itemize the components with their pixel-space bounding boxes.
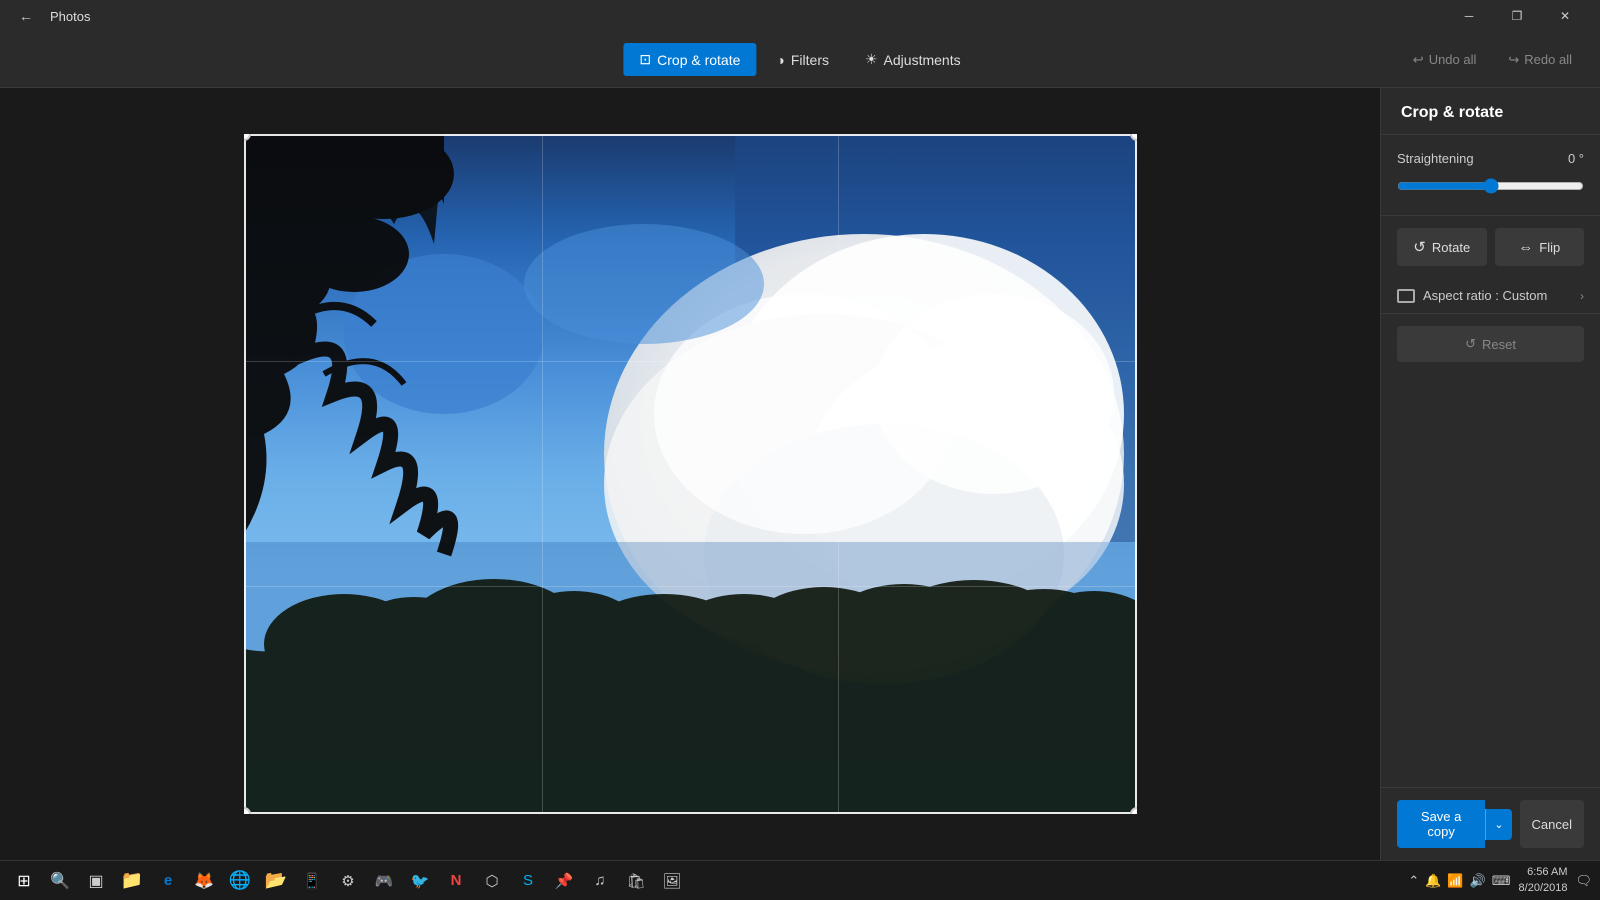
canvas-area — [0, 88, 1380, 860]
panel-title: Crop & rotate — [1381, 88, 1600, 135]
taskbar-twitter[interactable]: 🐦 — [404, 865, 436, 897]
taskbar-tray: ⌃ 🔔 📶 🔊 ⌨ 6:56 AM 8/20/2018 🗨 — [1408, 865, 1592, 896]
taskbar-tablet[interactable]: 📱 — [296, 865, 328, 897]
toolbar: ⊡ Crop & rotate ◑ Filters ☀ Adjustments … — [0, 32, 1600, 88]
straightening-slider[interactable] — [1397, 178, 1584, 194]
reset-icon: ↺ — [1465, 336, 1476, 352]
toolbar-right: ↩ Undo all ↪ Redo all — [1405, 48, 1580, 72]
minimize-button[interactable]: ─ — [1446, 0, 1492, 32]
main-content: Crop & rotate Straightening 0 ° ↺ Rotate… — [0, 88, 1600, 860]
crop-rotate-button[interactable]: ⊡ Crop & rotate — [623, 43, 756, 76]
taskbar-task-view[interactable]: ▣ — [80, 865, 112, 897]
adjust-icon: ☀ — [865, 51, 878, 68]
tray-arrow[interactable]: ⌃ — [1408, 873, 1419, 889]
panel-footer: Save a copy ⌄ Cancel — [1381, 787, 1600, 860]
rotate-icon: ↺ — [1413, 238, 1426, 256]
app-title: Photos — [50, 9, 90, 24]
save-cancel-row: Save a copy ⌄ — [1397, 800, 1512, 848]
aspect-ratio-value: Custom — [1503, 288, 1548, 303]
right-panel: Crop & rotate Straightening 0 ° ↺ Rotate… — [1380, 88, 1600, 860]
undo-all-button[interactable]: ↩ Undo all — [1405, 48, 1485, 72]
taskbar-app1[interactable]: 🎮 — [368, 865, 400, 897]
straightening-section: Straightening 0 ° — [1381, 135, 1600, 216]
taskbar-app4[interactable]: 📌 — [548, 865, 580, 897]
adjustments-button[interactable]: ☀ Adjustments — [849, 43, 977, 76]
taskbar-search[interactable]: 🔍 — [44, 865, 76, 897]
crop-icon: ⊡ — [639, 51, 651, 68]
redo-icon: ↪ — [1508, 52, 1519, 68]
adjustments-label: Adjustments — [884, 52, 961, 68]
rotate-label: Rotate — [1432, 240, 1470, 255]
taskbar-photos[interactable]: 🖼 — [656, 865, 688, 897]
tray-keyboard[interactable]: ⌨ — [1492, 873, 1511, 889]
window-controls: ─ ❐ ✕ — [1446, 0, 1588, 32]
titlebar: ← Photos ─ ❐ ✕ — [0, 0, 1600, 32]
taskbar-edge[interactable]: e — [152, 865, 184, 897]
aspect-ratio-row[interactable]: Aspect ratio : Custom › — [1381, 278, 1600, 314]
taskbar-firefox[interactable]: 🦊 — [188, 865, 220, 897]
image-container — [244, 134, 1137, 814]
clock-time: 6:56 AM — [1527, 865, 1567, 880]
reset-label: Reset — [1482, 337, 1516, 352]
clock-date: 8/20/2018 — [1519, 881, 1568, 896]
taskbar-skype[interactable]: S — [512, 865, 544, 897]
start-button[interactable]: ⊞ — [8, 865, 40, 897]
aspect-chevron-icon: › — [1580, 289, 1584, 303]
aspect-ratio-colon: : — [1495, 288, 1502, 303]
tray-action-center[interactable]: 🗨 — [1575, 873, 1592, 889]
taskbar-app3[interactable]: ⬡ — [476, 865, 508, 897]
cancel-button[interactable]: Cancel — [1520, 800, 1584, 848]
rotate-flip-section: ↺ Rotate ⇔ Flip — [1381, 216, 1600, 278]
straightening-label: Straightening — [1397, 151, 1474, 166]
photo-canvas — [244, 134, 1137, 814]
taskbar-app2[interactable]: N — [440, 865, 472, 897]
photo-svg — [244, 134, 1137, 814]
taskbar-explorer[interactable]: 📁 — [116, 865, 148, 897]
taskbar-file-explorer[interactable]: 📂 — [260, 865, 292, 897]
taskbar-spotify[interactable]: ♫ — [584, 865, 616, 897]
aspect-ratio-icon — [1397, 289, 1415, 303]
filters-label: Filters — [791, 52, 829, 68]
close-button[interactable]: ✕ — [1542, 0, 1588, 32]
flip-button[interactable]: ⇔ Flip — [1495, 228, 1585, 266]
crop-rotate-label: Crop & rotate — [657, 52, 740, 68]
tray-volume[interactable]: 🔊 — [1470, 873, 1486, 889]
tray-icons: ⌃ 🔔 📶 🔊 ⌨ — [1408, 873, 1510, 889]
reset-button[interactable]: ↺ Reset — [1397, 326, 1584, 362]
filter-icon: ◑ — [776, 52, 784, 68]
restore-button[interactable]: ❐ — [1494, 0, 1540, 32]
filters-button[interactable]: ◑ Filters — [760, 44, 845, 76]
flip-icon: ⇔ — [1518, 239, 1533, 256]
straightening-header: Straightening 0 ° — [1397, 151, 1584, 166]
titlebar-left: ← Photos — [12, 2, 90, 30]
taskbar-icons: 🔍 ▣ 📁 e 🦊 🌐 📂 📱 ⚙ 🎮 🐦 N ⬡ S 📌 ♫ 🛍 🖼 — [44, 865, 688, 897]
flip-label: Flip — [1539, 240, 1560, 255]
taskbar-chrome[interactable]: 🌐 — [224, 865, 256, 897]
aspect-ratio-label: Aspect ratio : Custom — [1423, 288, 1580, 303]
tray-wifi[interactable]: 📶 — [1447, 873, 1463, 889]
taskbar-clock[interactable]: 6:56 AM 8/20/2018 — [1519, 865, 1568, 896]
taskbar-store[interactable]: 🛍 — [620, 865, 652, 897]
tray-notification[interactable]: 🔔 — [1425, 873, 1441, 889]
undo-all-label: Undo all — [1429, 52, 1477, 67]
rotate-button[interactable]: ↺ Rotate — [1397, 228, 1487, 266]
taskbar: ⊞ 🔍 ▣ 📁 e 🦊 🌐 📂 📱 ⚙ 🎮 🐦 N ⬡ S 📌 ♫ 🛍 🖼 ⌃ … — [0, 860, 1600, 900]
back-button[interactable]: ← — [12, 2, 40, 30]
aspect-ratio-text: Aspect ratio — [1423, 288, 1492, 303]
taskbar-settings[interactable]: ⚙ — [332, 865, 364, 897]
undo-icon: ↩ — [1413, 52, 1424, 68]
redo-all-button[interactable]: ↪ Redo all — [1500, 48, 1580, 72]
toolbar-center: ⊡ Crop & rotate ◑ Filters ☀ Adjustments — [623, 43, 976, 76]
redo-all-label: Redo all — [1524, 52, 1572, 67]
save-copy-button[interactable]: Save a copy — [1397, 800, 1485, 848]
save-dropdown-button[interactable]: ⌄ — [1485, 809, 1511, 840]
straightening-value: 0 ° — [1568, 151, 1584, 166]
